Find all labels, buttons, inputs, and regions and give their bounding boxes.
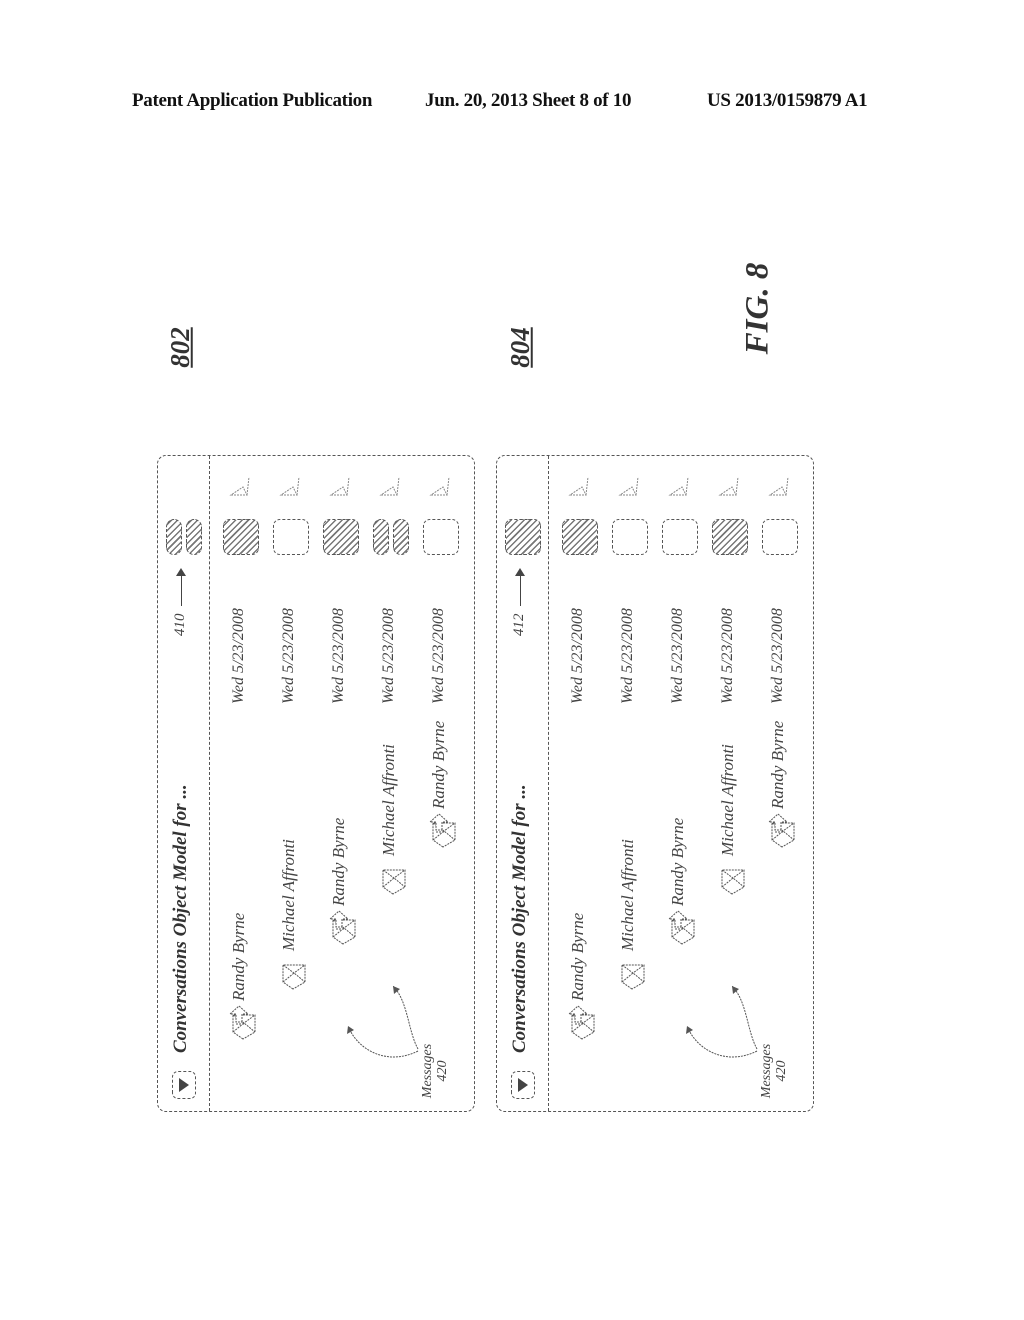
message-date: Wed 5/23/2008 bbox=[669, 608, 686, 704]
message-date: Wed 5/23/2008 bbox=[619, 608, 636, 704]
messages-callout-ref: 420 bbox=[774, 1060, 789, 1082]
category-indicator[interactable] bbox=[662, 519, 698, 555]
category-indicator[interactable] bbox=[423, 519, 459, 555]
message-date: Wed 5/23/2008 bbox=[769, 608, 786, 704]
category-indicator[interactable] bbox=[323, 519, 359, 555]
envelope-reply-icon bbox=[428, 813, 456, 849]
category-indicator[interactable] bbox=[712, 519, 748, 555]
sender-name: Michael Affronti bbox=[618, 839, 637, 951]
sender-name: Michael Affronti bbox=[718, 744, 737, 856]
message-date: Wed 5/23/2008 bbox=[430, 608, 447, 704]
panel-ref-804: 804 bbox=[504, 327, 535, 368]
category-indicator[interactable] bbox=[562, 519, 598, 555]
sender-name: Randy Byrne bbox=[668, 817, 687, 906]
flag-icon[interactable] bbox=[377, 473, 403, 499]
sender-name: Michael Affronti bbox=[379, 744, 398, 856]
flag-icon[interactable] bbox=[616, 473, 642, 499]
flag-icon[interactable] bbox=[277, 473, 303, 499]
envelope-reply-icon bbox=[767, 813, 795, 849]
ref-arrow-icon bbox=[520, 572, 521, 606]
sender-name: Randy Byrne bbox=[768, 720, 787, 809]
flag-icon[interactable] bbox=[327, 473, 353, 499]
flag-icon[interactable] bbox=[427, 473, 453, 499]
flag-icon[interactable] bbox=[766, 473, 792, 499]
expand-dropdown-button[interactable] bbox=[172, 1071, 196, 1099]
category-indicator[interactable] bbox=[223, 519, 259, 555]
envelope-reply-icon bbox=[567, 1005, 595, 1041]
sender-name: Randy Byrne bbox=[429, 720, 448, 809]
envelope-reply-icon bbox=[328, 910, 356, 946]
flag-icon[interactable] bbox=[227, 473, 253, 499]
message-date: Wed 5/23/2008 bbox=[280, 608, 297, 704]
sender-name: Randy Byrne bbox=[329, 817, 348, 906]
envelope-open-icon bbox=[279, 957, 306, 991]
messages-callout-ref: 420 bbox=[435, 1060, 450, 1082]
message-date: Wed 5/23/2008 bbox=[380, 608, 397, 704]
sender-name: Randy Byrne bbox=[229, 912, 248, 1001]
panel-title-bar: Conversations Object Model for ... 410 bbox=[158, 456, 210, 1111]
panel-title-bar: Conversations Object Model for ... 412 bbox=[497, 456, 549, 1111]
panel-ref-802: 802 bbox=[164, 327, 195, 368]
category-ref-label: 410 bbox=[172, 613, 188, 637]
category-indicator[interactable] bbox=[612, 519, 648, 555]
message-date: Wed 5/23/2008 bbox=[569, 608, 586, 704]
flag-icon[interactable] bbox=[716, 473, 742, 499]
category-indicator[interactable] bbox=[373, 519, 409, 555]
message-date: Wed 5/23/2008 bbox=[719, 608, 736, 704]
patent-number: US 2013/0159879 A1 bbox=[707, 90, 868, 111]
envelope-open-icon bbox=[379, 862, 406, 896]
category-indicator[interactable] bbox=[762, 519, 798, 555]
callout-arrows-icon bbox=[686, 985, 758, 1058]
conversation-title: Conversations Object Model for ... bbox=[509, 784, 530, 1053]
envelope-open-icon bbox=[718, 862, 745, 896]
envelope-reply-icon bbox=[228, 1005, 256, 1041]
conversation-panel-802: Conversations Object Model for ... 410 Ran… bbox=[157, 455, 475, 1112]
flag-icon[interactable] bbox=[666, 473, 692, 499]
figure-label: FIG. 8 bbox=[739, 262, 776, 355]
conversation-title: Conversations Object Model for ... bbox=[170, 784, 191, 1053]
ref-arrow-icon bbox=[181, 572, 182, 606]
flag-icon[interactable] bbox=[566, 473, 592, 499]
envelope-reply-icon bbox=[667, 910, 695, 946]
conversation-panel-804: Conversations Object Model for ... 412 Ran… bbox=[496, 455, 814, 1112]
sender-name: Michael Affronti bbox=[279, 839, 298, 951]
expand-dropdown-button[interactable] bbox=[511, 1071, 535, 1099]
category-ref-label: 412 bbox=[511, 613, 527, 637]
envelope-open-icon bbox=[618, 957, 645, 991]
sender-name: Randy Byrne bbox=[568, 912, 587, 1001]
message-date: Wed 5/23/2008 bbox=[330, 608, 347, 704]
callout-arrows-icon bbox=[347, 985, 419, 1058]
header-category-indicator[interactable] bbox=[505, 519, 541, 555]
category-indicator[interactable] bbox=[273, 519, 309, 555]
message-date: Wed 5/23/2008 bbox=[230, 608, 247, 704]
publication-title: Patent Application Publication bbox=[132, 90, 373, 111]
date-sheet: Jun. 20, 2013 Sheet 8 of 10 bbox=[425, 90, 632, 111]
header-category-indicator[interactable] bbox=[166, 519, 202, 555]
